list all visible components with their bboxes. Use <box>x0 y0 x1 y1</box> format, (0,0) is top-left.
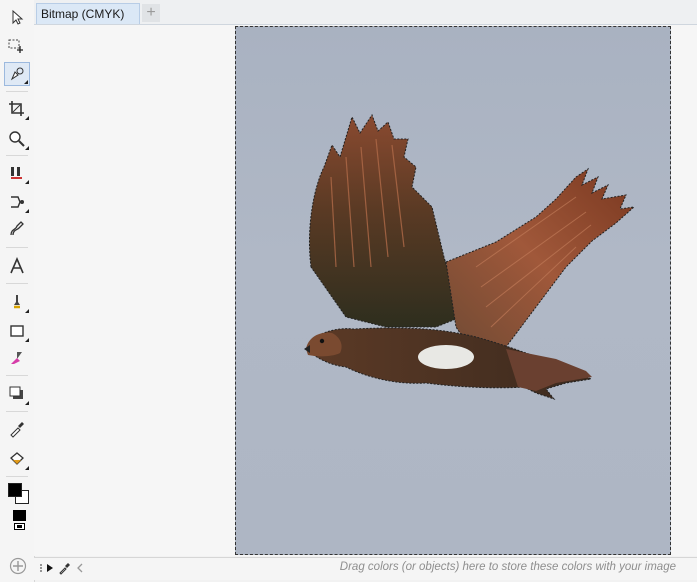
document-tab[interactable]: Bitmap (CMYK) <box>36 3 140 24</box>
document-tab-strip: Bitmap (CMYK) + <box>34 0 697 25</box>
scroll-left-icon[interactable] <box>76 563 84 573</box>
shape-tool-icon[interactable] <box>4 62 30 86</box>
add-tool-icon[interactable] <box>9 557 27 575</box>
document-tab-title: Bitmap (CMYK) <box>41 7 125 21</box>
rectangle-tool-icon[interactable] <box>4 319 30 343</box>
crop-tool-icon[interactable] <box>4 97 30 121</box>
fill-outline-swatch[interactable] <box>8 483 30 505</box>
bitmap-page[interactable] <box>235 26 671 555</box>
eraser-tool-icon[interactable] <box>4 346 30 370</box>
palette-hint-text: Drag colors (or objects) here to store t… <box>339 561 676 573</box>
drawing-canvas[interactable] <box>34 25 697 556</box>
blend-tool-icon[interactable] <box>4 190 30 214</box>
hawk-bitmap[interactable] <box>236 27 671 555</box>
eyedropper-icon[interactable] <box>58 561 72 575</box>
text-tool-icon[interactable] <box>4 254 30 278</box>
add-document-tab-button[interactable]: + <box>142 4 160 22</box>
drag-handle-icon[interactable] <box>38 563 44 573</box>
zoom-tool-icon[interactable] <box>4 127 30 151</box>
artistic-media-icon[interactable] <box>4 290 30 314</box>
fill-color-swatch[interactable] <box>8 483 22 497</box>
toolbox <box>0 0 35 582</box>
vertical-scroll-track[interactable] <box>675 25 697 556</box>
freehand-pick-icon[interactable] <box>4 34 30 58</box>
plus-icon: + <box>146 4 156 21</box>
app-window: Bitmap (CMYK) + Drag colors (or objects)… <box>0 0 697 582</box>
drop-shadow-icon[interactable] <box>4 382 30 406</box>
eyedropper-icon[interactable] <box>4 417 30 441</box>
freehand-tool-icon[interactable] <box>4 217 30 241</box>
document-palette-bar[interactable]: Drag colors (or objects) here to store t… <box>34 557 697 580</box>
interactive-fill-icon[interactable] <box>4 447 30 471</box>
smart-fill-icon[interactable] <box>4 161 30 185</box>
pick-tool-icon[interactable] <box>4 5 30 29</box>
play-arrow-icon[interactable] <box>46 563 54 573</box>
default-colors-icon[interactable] <box>13 510 27 530</box>
